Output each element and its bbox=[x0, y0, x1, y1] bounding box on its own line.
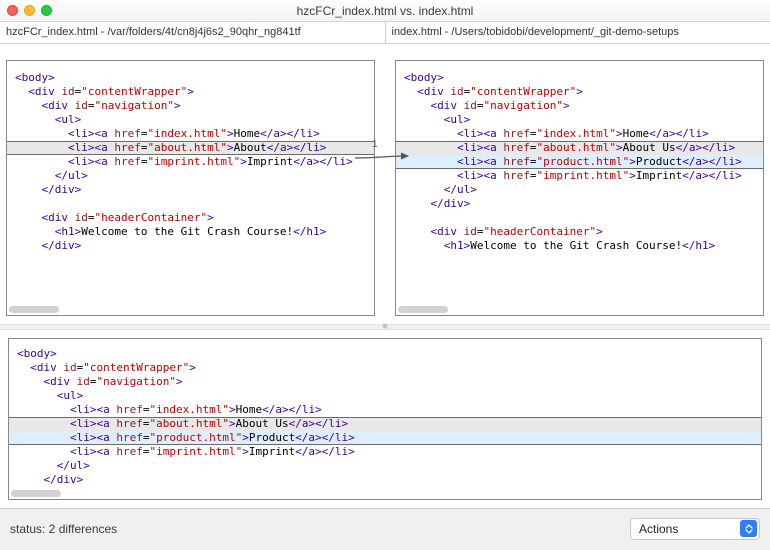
status-text: status: 2 differences bbox=[10, 522, 117, 536]
right-pane-wrap: <body> <div id="contentWrapper"> <div id… bbox=[395, 44, 770, 324]
minimize-window-button[interactable] bbox=[24, 5, 35, 16]
horizontal-scrollbar[interactable] bbox=[11, 490, 61, 497]
split-gutter[interactable] bbox=[375, 44, 395, 324]
left-pane-wrap: <body> <div id="contentWrapper"> <div id… bbox=[0, 44, 375, 324]
left-file-path: hzcFCr_index.html - /var/folders/4t/cn8j… bbox=[0, 22, 385, 43]
merge-code-pane[interactable]: <body> <div id="contentWrapper"> <div id… bbox=[8, 338, 762, 500]
actions-dropdown[interactable]: Actions bbox=[630, 518, 760, 540]
left-code-pane[interactable]: <body> <div id="contentWrapper"> <div id… bbox=[6, 60, 375, 316]
code-text: <body> <div id="contentWrapper"> <div id… bbox=[7, 71, 374, 253]
right-file-path: index.html - /Users/tobidobi/development… bbox=[386, 22, 770, 43]
actions-dropdown-label: Actions bbox=[639, 522, 740, 536]
traffic-lights bbox=[7, 5, 52, 16]
chevron-up-down-icon bbox=[740, 520, 757, 537]
right-code-pane[interactable]: <body> <div id="contentWrapper"> <div id… bbox=[395, 60, 764, 316]
code-text: <body> <div id="contentWrapper"> <div id… bbox=[9, 347, 761, 487]
merge-panel: <body> <div id="contentWrapper"> <div id… bbox=[0, 330, 770, 508]
status-bar: status: 2 differences Actions bbox=[0, 508, 770, 548]
code-text: <body> <div id="contentWrapper"> <div id… bbox=[396, 71, 763, 253]
horizontal-scrollbar[interactable] bbox=[9, 306, 59, 313]
horizontal-scrollbar[interactable] bbox=[398, 306, 448, 313]
file-info-bar: hzcFCr_index.html - /var/folders/4t/cn8j… bbox=[0, 22, 770, 44]
zoom-window-button[interactable] bbox=[41, 5, 52, 16]
window-title: hzcFCr_index.html vs. index.html bbox=[297, 4, 474, 18]
window-titlebar: hzcFCr_index.html vs. index.html bbox=[0, 0, 770, 22]
close-window-button[interactable] bbox=[7, 5, 18, 16]
diff-area: <body> <div id="contentWrapper"> <div id… bbox=[0, 44, 770, 324]
